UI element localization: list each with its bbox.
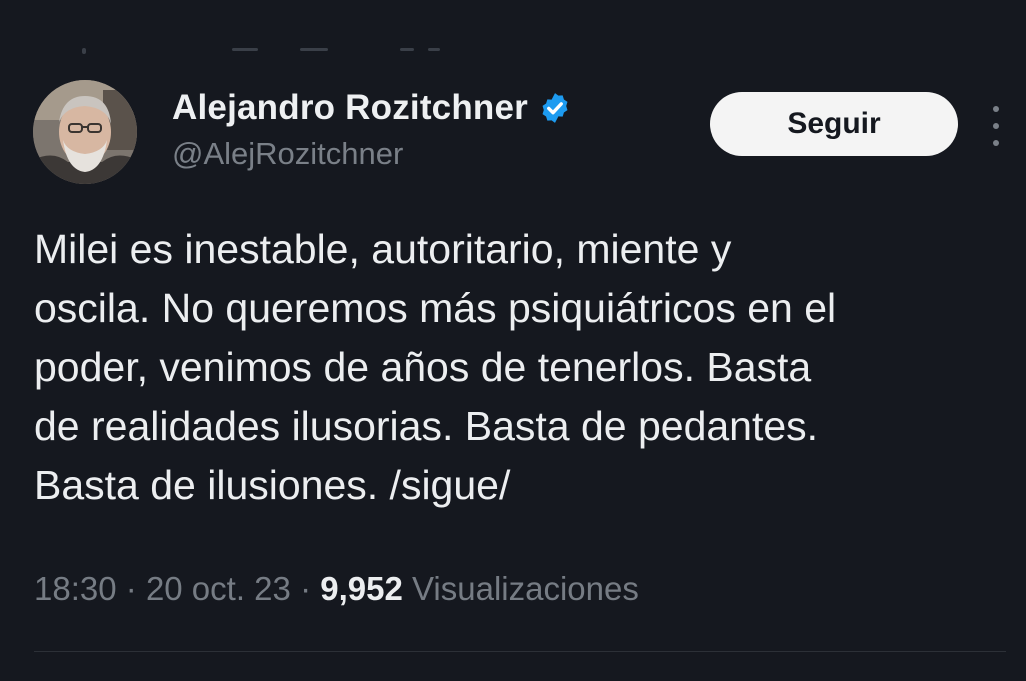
tweet-text-line: poder, venimos de años de tenerlos. Bast… [34,344,812,390]
author-display-name[interactable]: Alejandro Rozitchner [172,88,528,128]
tweet-text-line: de realidades ilusorias. Basta de pedant… [34,403,819,449]
views-label: Visualizaciones [412,570,639,607]
author-handle[interactable]: @AlejRozitchner [172,136,403,172]
tweet-date[interactable]: 20 oct. 23 [146,570,291,607]
tweet-time[interactable]: 18:30 [34,570,117,607]
views-count: 9,952 [320,570,403,607]
tweet-text-line: oscila. No queremos más psiquiátricos en… [34,285,837,331]
profile-photo [33,80,137,184]
tweet-metadata: 18:30 · 20 oct. 23 · 9,952 Visualizacion… [34,570,639,608]
meta-separator: · [300,570,312,607]
author-name-row[interactable]: Alejandro Rozitchner [172,84,572,132]
tweet-text-line: Basta de ilusiones. /sigue/ [34,462,511,508]
divider [34,651,1006,652]
previous-tweet-edge [82,48,442,54]
tweet-text-line: Milei es inestable, autoritario, miente … [34,226,732,272]
follow-button[interactable]: Seguir [710,92,958,156]
verified-badge-icon [542,93,568,123]
more-options-icon[interactable] [986,106,1006,146]
avatar[interactable] [33,80,137,184]
meta-separator: · [125,570,137,607]
tweet-text: Milei es inestable, autoritario, miente … [34,220,1019,515]
